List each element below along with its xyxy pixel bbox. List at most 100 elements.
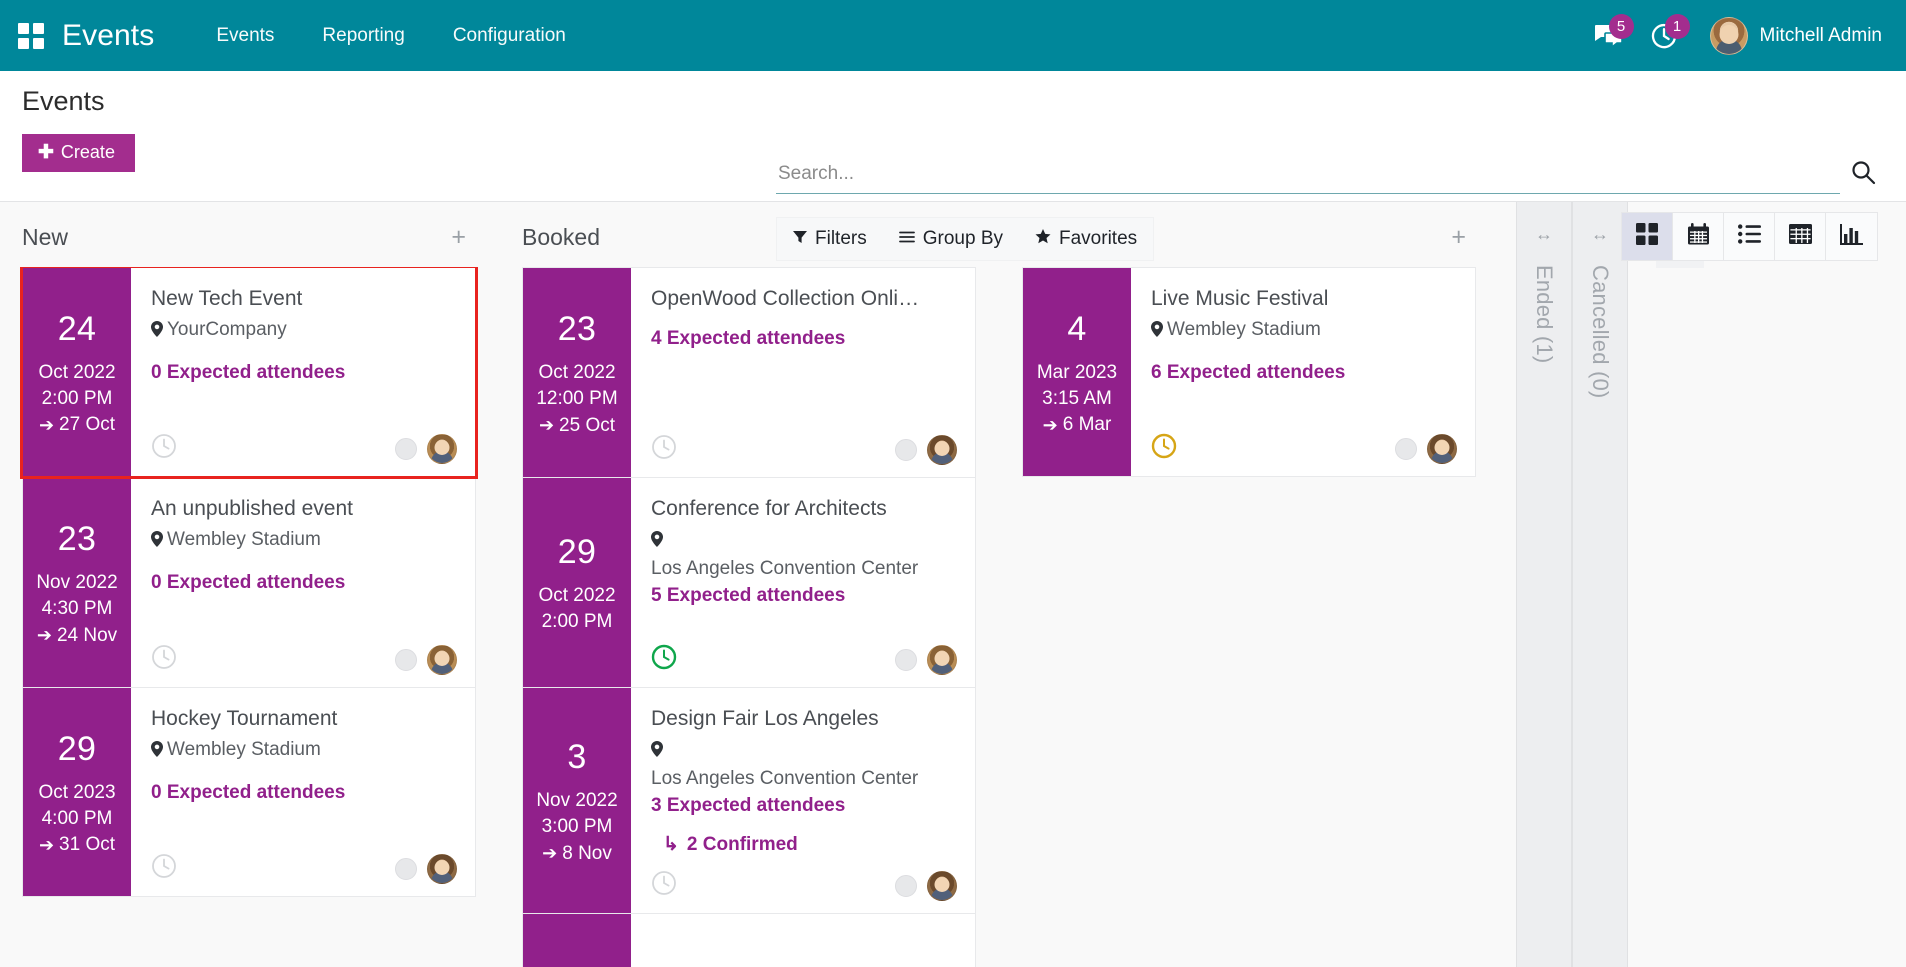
card-body: Conference for Architects Los Angeles Co… [631,478,975,687]
card-end-label: 25 Oct [559,413,615,439]
apps-grid-icon[interactable] [18,23,44,49]
expand-horizontal-icon[interactable]: ↔ [1535,224,1553,245]
add-card-icon[interactable]: + [447,225,470,250]
search-icon[interactable] [1850,159,1876,194]
kanban-column-body: 4 Mar 2023 3:15 AM ➔ 6 Mar Live Music Fe… [1000,267,1488,967]
subarrow-icon: ↳ [663,833,679,856]
view-pivot-button[interactable] [1775,213,1826,260]
view-list-button[interactable] [1724,213,1775,260]
favorites-button[interactable]: Favorites [1019,218,1153,260]
messages-badge: 5 [1609,14,1634,39]
calendar-icon [1687,223,1710,251]
clock-icon[interactable] [651,644,677,675]
view-kanban-button[interactable] [1622,213,1673,260]
kanban-card[interactable]: 23 Oct 2022 12:00 PM ➔ 25 Oct OpenWood C… [522,267,976,477]
card-attendees: 0 Expected attendees [151,362,457,384]
card-time: 12:00 PM [536,386,617,412]
kanban-card[interactable]: 4 Mar 2023 3:15 AM ➔ 6 Mar Live Music Fe… [1022,267,1476,477]
arrow-right-icon: ➔ [542,841,557,866]
menu-item-reporting[interactable]: Reporting [298,17,428,55]
create-button-label: Create [61,143,115,161]
kanban-state-dot[interactable] [895,649,917,671]
bar-chart-icon [1840,224,1863,250]
arrow-right-icon: ➔ [539,413,554,438]
kanban-state-dot[interactable] [895,439,917,461]
clock-icon[interactable] [151,433,177,464]
kanban-card[interactable]: 3 Nov 2022 3:00 PM ➔ 8 Nov Design Fair L… [522,687,976,913]
kanban-card[interactable]: 29 Oct 2023 4:00 PM ➔ 31 Oct Hockey Tour… [22,687,476,897]
card-body: An unpublished event Wembley Stadium 0 E… [131,478,475,687]
kanban-column-new: New + 24 Oct 2022 2:00 PM ➔ 27 Oct New T… [0,202,500,967]
hamburger-icon [899,228,915,250]
avatar[interactable] [427,434,457,464]
card-location: Wembley Stadium [151,527,457,556]
clock-icon[interactable] [1151,433,1177,464]
control-panel-left: Events ✚ Create [22,87,135,172]
control-panel: Events ✚ Create Filters [0,71,1906,202]
kanban-state-dot[interactable] [395,858,417,880]
card-attendees: 6 Expected attendees [1151,362,1457,384]
kanban-column-ended-folded[interactable]: ↔ Ended (1) [1516,202,1572,967]
card-attendees: 3 Expected attendees [651,795,957,817]
kanban-state-dot[interactable] [395,438,417,460]
search-input[interactable] [776,163,1840,194]
kanban-card-partial[interactable] [522,913,976,967]
card-end-label: 27 Oct [59,412,115,438]
create-button[interactable]: ✚ Create [22,134,135,172]
clock-icon[interactable] [151,853,177,884]
clock-icon[interactable] [151,644,177,675]
kanban-state-dot[interactable] [1395,438,1417,460]
card-month: Oct 2022 [538,360,615,386]
card-attendees: 0 Expected attendees [151,782,457,804]
kanban-column-cancelled-folded[interactable]: ↔ Cancelled (0) [1572,202,1628,967]
card-footer [151,630,457,675]
kanban-state-dot[interactable] [895,875,917,897]
messages-icon[interactable]: 5 [1594,18,1624,54]
menu-item-configuration[interactable]: Configuration [429,17,590,55]
card-footer [151,419,457,464]
avatar[interactable] [1427,434,1457,464]
clock-icon[interactable] [651,870,677,901]
arrow-right-icon: ➔ [39,833,54,858]
map-pin-icon [151,739,163,766]
card-month: Nov 2022 [536,788,617,814]
expand-horizontal-icon[interactable]: ↔ [1591,224,1609,245]
card-attendees: 5 Expected attendees [651,585,957,607]
user-menu[interactable]: Mitchell Admin [1710,17,1883,55]
view-graph-button[interactable] [1826,213,1877,260]
kanban-card[interactable]: 29 Oct 2022 2:00 PM Conference for Archi… [522,477,976,687]
card-end-date: ➔ 24 Nov [37,623,117,649]
kanban-card[interactable]: 23 Nov 2022 4:30 PM ➔ 24 Nov An unpublis… [22,477,476,687]
arrow-right-icon: ➔ [1043,413,1058,438]
kanban-card[interactable]: 24 Oct 2022 2:00 PM ➔ 27 Oct New Tech Ev… [22,267,476,477]
clock-activity-icon[interactable]: 1 [1650,18,1678,54]
kanban-gap [1500,202,1516,967]
kanban-column-title: Booked [522,224,600,251]
add-card-icon[interactable]: + [1447,225,1470,250]
app-brand-events[interactable]: Events [62,19,154,53]
card-date-panel: 24 Oct 2022 2:00 PM ➔ 27 Oct [23,268,131,476]
kanban-state-dot[interactable] [395,649,417,671]
card-day: 24 [58,306,96,353]
filter-bar: Filters Group By Favorites [776,217,1154,261]
kanban-column-body: 24 Oct 2022 2:00 PM ➔ 27 Oct New Tech Ev… [0,267,488,967]
group-by-button[interactable]: Group By [883,218,1019,260]
avatar[interactable] [927,435,957,465]
avatar[interactable] [427,645,457,675]
filters-button[interactable]: Filters [777,218,883,260]
avatar[interactable] [927,871,957,901]
card-day: 29 [58,726,96,773]
kanban-column-title: Ended (1) [1531,265,1557,363]
view-calendar-button[interactable] [1673,213,1724,260]
clock-icon[interactable] [651,434,677,465]
menu-item-events[interactable]: Events [192,17,298,55]
activities-badge: 1 [1665,14,1690,39]
card-end-label: 31 Oct [59,832,115,858]
card-body: New Tech Event YourCompany 0 Expected at… [131,268,475,476]
card-title: An unpublished event [151,496,457,522]
avatar[interactable] [927,645,957,675]
avatar[interactable] [427,854,457,884]
card-location-label: Wembley Stadium [167,529,321,550]
card-time: 3:00 PM [542,814,613,840]
card-end-date: ➔ 27 Oct [39,412,115,438]
